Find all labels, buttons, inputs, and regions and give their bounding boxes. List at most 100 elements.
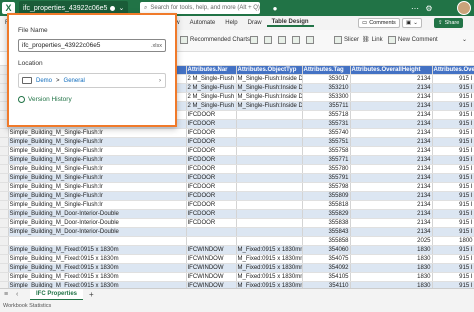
row-number[interactable]	[0, 164, 9, 174]
location-path-demo[interactable]: Demo	[36, 78, 52, 84]
location-picker[interactable]: Demo > General ›	[18, 73, 166, 88]
table-cell[interactable]: 354075	[302, 254, 351, 264]
sheet-tab-ifc-properties[interactable]: IFC Properties	[30, 288, 84, 301]
table-cell[interactable]: 2134	[350, 218, 433, 228]
table-cell[interactable]: Simple_Building_M_Single-Flush:Ir	[8, 146, 187, 156]
table-cell[interactable]	[236, 218, 303, 228]
slicer-button[interactable]: Slicer	[334, 36, 359, 44]
table-cell[interactable]: IFCDOOR	[186, 164, 237, 174]
ribbon-more-icon[interactable]: ⌄	[462, 36, 467, 43]
table-cell[interactable]: M_Single-Flush:Inside D	[236, 83, 303, 93]
table-cell[interactable]: 355798	[302, 182, 351, 192]
comments-button[interactable]: ▭ Comments	[358, 18, 400, 28]
table-cell[interactable]: 1830	[350, 254, 433, 264]
table-cell[interactable]: Simple_Building_M_Fixed:0915 x 1830m	[8, 254, 187, 264]
table-cell[interactable]: IFCDOOR	[186, 182, 237, 192]
table-cell[interactable]: IFCDOOR	[186, 146, 237, 156]
table-cell[interactable]: 355838	[302, 218, 351, 228]
table-cell[interactable]	[236, 164, 303, 174]
table-cell[interactable]: IFCDOOR	[186, 218, 237, 228]
version-history-link[interactable]: Version History	[18, 96, 72, 103]
table-cell[interactable]: Simple_Building_M_Door-Interior-Double	[8, 227, 187, 237]
more-options-icon[interactable]: ⋯	[410, 3, 420, 13]
location-path-general[interactable]: General	[64, 78, 85, 84]
table-cell[interactable]: 915 I	[432, 182, 474, 192]
tab-table-design[interactable]: Table Design	[266, 19, 314, 27]
table-cell[interactable]: 355818	[302, 200, 351, 210]
table-cell[interactable]: IFCWINDOW	[186, 263, 237, 273]
table-cell[interactable]: 915 I	[432, 227, 474, 237]
table-cell[interactable]: IFCDOOR	[186, 137, 237, 147]
row-number[interactable]	[0, 191, 9, 201]
table-cell[interactable]: 2134	[350, 74, 433, 84]
table-cell[interactable]: 915 I	[432, 128, 474, 138]
table-cell[interactable]: 915 I	[432, 191, 474, 201]
table-cell[interactable]: M_Fixed:0915 x 1830mm	[236, 272, 303, 282]
table-cell[interactable]: 915 I	[432, 110, 474, 120]
table-cell[interactable]: Simple_Building_M_Single-Flush:Ir	[8, 164, 187, 174]
row-number[interactable]	[0, 146, 9, 156]
chart-type-button-3[interactable]	[278, 36, 286, 44]
table-cell[interactable]: 2134	[350, 83, 433, 93]
table-cell[interactable]: M_Fixed:0915 x 1830mm	[236, 263, 303, 273]
table-cell[interactable]: Simple_Building_M_Single-Flush:Ir	[8, 200, 187, 210]
table-cell[interactable]	[236, 146, 303, 156]
table-cell[interactable]: Simple_Building_M_Single-Flush:Ir	[8, 137, 187, 147]
table-cell[interactable]: 2134	[350, 146, 433, 156]
chart-type-button-4[interactable]	[292, 36, 300, 44]
row-number[interactable]	[0, 209, 9, 219]
table-cell[interactable]: 915 I	[432, 200, 474, 210]
table-cell[interactable]: 915 I	[432, 92, 474, 102]
recommended-charts-button[interactable]: Recommended Charts	[180, 36, 250, 44]
table-cell[interactable]: 2134	[350, 110, 433, 120]
table-cell[interactable]: 353300	[302, 92, 351, 102]
table-cell[interactable]: M_Fixed:0915 x 1830mm	[236, 245, 303, 255]
table-cell[interactable]: 355809	[302, 191, 351, 201]
table-cell[interactable]: 355780	[302, 164, 351, 174]
table-cell[interactable]: 1830	[350, 245, 433, 255]
table-cell[interactable]: 915 I	[432, 74, 474, 84]
row-number[interactable]	[0, 137, 9, 147]
table-cell[interactable]: IFCWINDOW	[186, 272, 237, 282]
add-sheet-button[interactable]: +	[89, 290, 94, 299]
table-cell[interactable]: 355791	[302, 173, 351, 183]
table-cell[interactable]: 2134	[350, 164, 433, 174]
table-cell[interactable]: 915 I	[432, 146, 474, 156]
table-cell[interactable]: Simple_Building_M_Single-Flush:Ir	[8, 155, 187, 165]
table-cell[interactable]: IFCDOOR	[186, 155, 237, 165]
table-cell[interactable]	[236, 128, 303, 138]
table-cell[interactable]	[236, 173, 303, 183]
hamburger-icon[interactable]: ≡	[4, 291, 8, 298]
table-cell[interactable]: 355751	[302, 137, 351, 147]
table-cell[interactable]: 915 I	[432, 137, 474, 147]
link-button[interactable]: ⛓ Link	[362, 36, 383, 44]
chart-type-button-2[interactable]	[264, 36, 272, 44]
table-cell[interactable]: 2 M_Single-Flush Ir	[186, 92, 237, 102]
table-cell[interactable]: 2134	[350, 119, 433, 129]
row-number[interactable]	[0, 272, 9, 282]
table-cell[interactable]: 2134	[350, 155, 433, 165]
table-cell[interactable]: 915 I	[432, 83, 474, 93]
table-cell[interactable]: 915 I	[432, 218, 474, 228]
new-comment-button[interactable]: New Comment	[388, 36, 438, 44]
table-cell[interactable]	[236, 200, 303, 210]
table-cell[interactable]: 354060	[302, 245, 351, 255]
table-cell[interactable]: 355740	[302, 128, 351, 138]
table-cell[interactable]: 2134	[350, 200, 433, 210]
share-button[interactable]: ⇪ Share	[434, 18, 464, 28]
table-cell[interactable]: 2 M_Single-Flush Ir	[186, 74, 237, 84]
table-cell[interactable]: 1800	[432, 236, 474, 246]
table-cell[interactable]: 355771	[302, 155, 351, 165]
table-cell[interactable]: 915 I	[432, 119, 474, 129]
table-cell[interactable]: 355858	[302, 236, 351, 246]
table-cell[interactable]	[236, 155, 303, 165]
table-cell[interactable]: 354105	[302, 272, 351, 282]
table-cell[interactable]	[236, 110, 303, 120]
chart-type-button-1[interactable]	[250, 36, 258, 44]
table-cell[interactable]: IFCWINDOW	[186, 254, 237, 264]
table-cell[interactable]: IFCDOOR	[186, 119, 237, 129]
settings-icon[interactable]: ⚙	[424, 3, 434, 13]
table-cell[interactable]: 2134	[350, 182, 433, 192]
table-cell[interactable]: 1830	[350, 263, 433, 273]
row-number[interactable]	[0, 128, 9, 138]
